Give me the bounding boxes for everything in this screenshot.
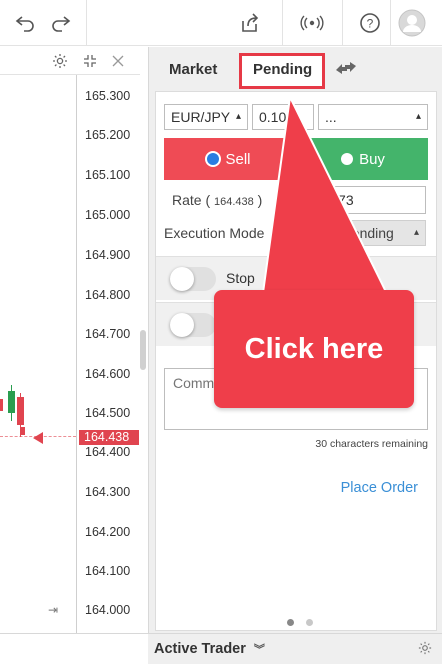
top-bar: ?: [0, 0, 442, 46]
execution-mode-select[interactable]: Rate Pending ▴: [298, 220, 426, 246]
chevron-updown-icon: ▴: [413, 227, 419, 238]
bottom-bar: Active Trader ︾: [0, 633, 442, 664]
stop-label: Stop: [226, 270, 255, 286]
rate-current-value: 164.438: [214, 196, 254, 208]
price-tick: 164.700: [85, 327, 131, 341]
order-tabs: Market Pending: [149, 47, 442, 91]
chars-remaining: 30 characters remaining: [315, 438, 428, 450]
radio-checked-icon: [207, 153, 220, 165]
price-chart[interactable]: 165.300 165.200 165.100 165.000 164.900 …: [0, 47, 140, 633]
avatar[interactable]: [396, 0, 428, 46]
active-trader-bar[interactable]: Active Trader ︾: [148, 634, 442, 664]
toggle-knob: [170, 267, 194, 291]
price-tick: 164.800: [85, 288, 131, 302]
limit-toggle[interactable]: [170, 313, 216, 337]
chevron-updown-icon: ▴: [235, 111, 241, 122]
price-tick: 164.200: [85, 525, 131, 539]
close-icon[interactable]: [108, 51, 128, 71]
sell-button[interactable]: Sell: [164, 138, 294, 180]
chart-toolbar: [0, 47, 140, 75]
gear-icon[interactable]: [418, 641, 432, 660]
collapse-icon[interactable]: [80, 51, 100, 71]
trade-panel: Market Pending EUR/JPY ▴ 0.10 ... ▴ Sell…: [148, 47, 442, 633]
price-tick: 165.100: [85, 168, 131, 182]
price-tick: 164.100: [85, 564, 131, 578]
toggle-knob: [170, 313, 194, 337]
price-tick: 165.000: [85, 208, 131, 222]
execution-mode-label: Execution Mode: [164, 225, 265, 241]
buy-button[interactable]: Buy: [298, 138, 428, 180]
active-trader-label: Active Trader: [154, 641, 246, 657]
stop-toggle[interactable]: [170, 267, 216, 291]
panel-resize-handle[interactable]: [140, 330, 146, 370]
price-axis[interactable]: 165.300 165.200 165.100 165.000 164.900 …: [76, 75, 140, 633]
price-tick: 164.400: [85, 445, 131, 459]
order-form: EUR/JPY ▴ 0.10 ... ▴ Sell Buy Rate ( 164…: [155, 91, 437, 631]
candle: [0, 399, 3, 411]
third-select-value: ...: [325, 109, 337, 125]
rate-label-text: Rate (: [172, 192, 211, 208]
page-dots: [283, 613, 317, 631]
gear-icon[interactable]: [50, 51, 70, 71]
rate-input[interactable]: 164.373: [298, 186, 426, 214]
price-tick: 164.900: [85, 248, 131, 262]
scroll-to-end-icon[interactable]: ⇥: [48, 603, 58, 617]
price-tick: 164.000: [85, 603, 131, 617]
active-trader-title[interactable]: Active Trader ︾: [154, 641, 265, 657]
price-tick: 165.300: [85, 89, 131, 103]
radio-unchecked-icon: [341, 153, 354, 165]
bottom-bar-left: [0, 634, 146, 664]
price-tick: 165.200: [85, 128, 131, 142]
undo-icon[interactable]: [12, 0, 38, 46]
place-order-button[interactable]: Place Order: [341, 480, 418, 496]
price-tick: 164.500: [85, 406, 131, 420]
page-dot-active[interactable]: [287, 619, 294, 626]
price-tick: 164.600: [85, 367, 131, 381]
amount-input[interactable]: 0.10: [252, 104, 314, 130]
share-icon[interactable]: [232, 0, 268, 46]
current-price-badge: 164.438: [79, 430, 139, 445]
pair-select[interactable]: EUR/JPY ▴: [164, 104, 248, 130]
rate-label-close: ): [257, 192, 263, 208]
broadcast-icon[interactable]: [292, 0, 332, 46]
pair-value: EUR/JPY: [171, 109, 231, 125]
current-price-marker: [33, 432, 43, 444]
tab-market[interactable]: Market: [169, 61, 217, 78]
amount-value: 0.10: [259, 109, 287, 125]
price-tick: 164.300: [85, 485, 131, 499]
comment-field[interactable]: [164, 368, 428, 430]
rate-label: Rate ( 164.438 ): [172, 192, 262, 208]
stop-row: Stop: [156, 256, 436, 300]
leverage-select[interactable]: ... ▴: [318, 104, 428, 130]
sell-label: Sell: [225, 150, 251, 168]
double-chevron-down-icon: ︾: [253, 644, 265, 656]
svg-text:?: ?: [367, 17, 374, 31]
chevron-updown-icon: ▴: [415, 111, 421, 122]
candle: [17, 397, 24, 425]
help-icon[interactable]: ?: [352, 0, 388, 46]
redo-icon[interactable]: [48, 0, 74, 46]
candle: [8, 391, 15, 413]
candle: [20, 427, 25, 435]
limit-row: [156, 302, 436, 346]
buy-label: Buy: [359, 150, 385, 168]
swap-icon[interactable]: [335, 61, 357, 78]
page-dot[interactable]: [306, 619, 314, 626]
tab-pending[interactable]: Pending: [253, 61, 312, 78]
execution-mode-value: Rate Pending: [309, 225, 394, 241]
